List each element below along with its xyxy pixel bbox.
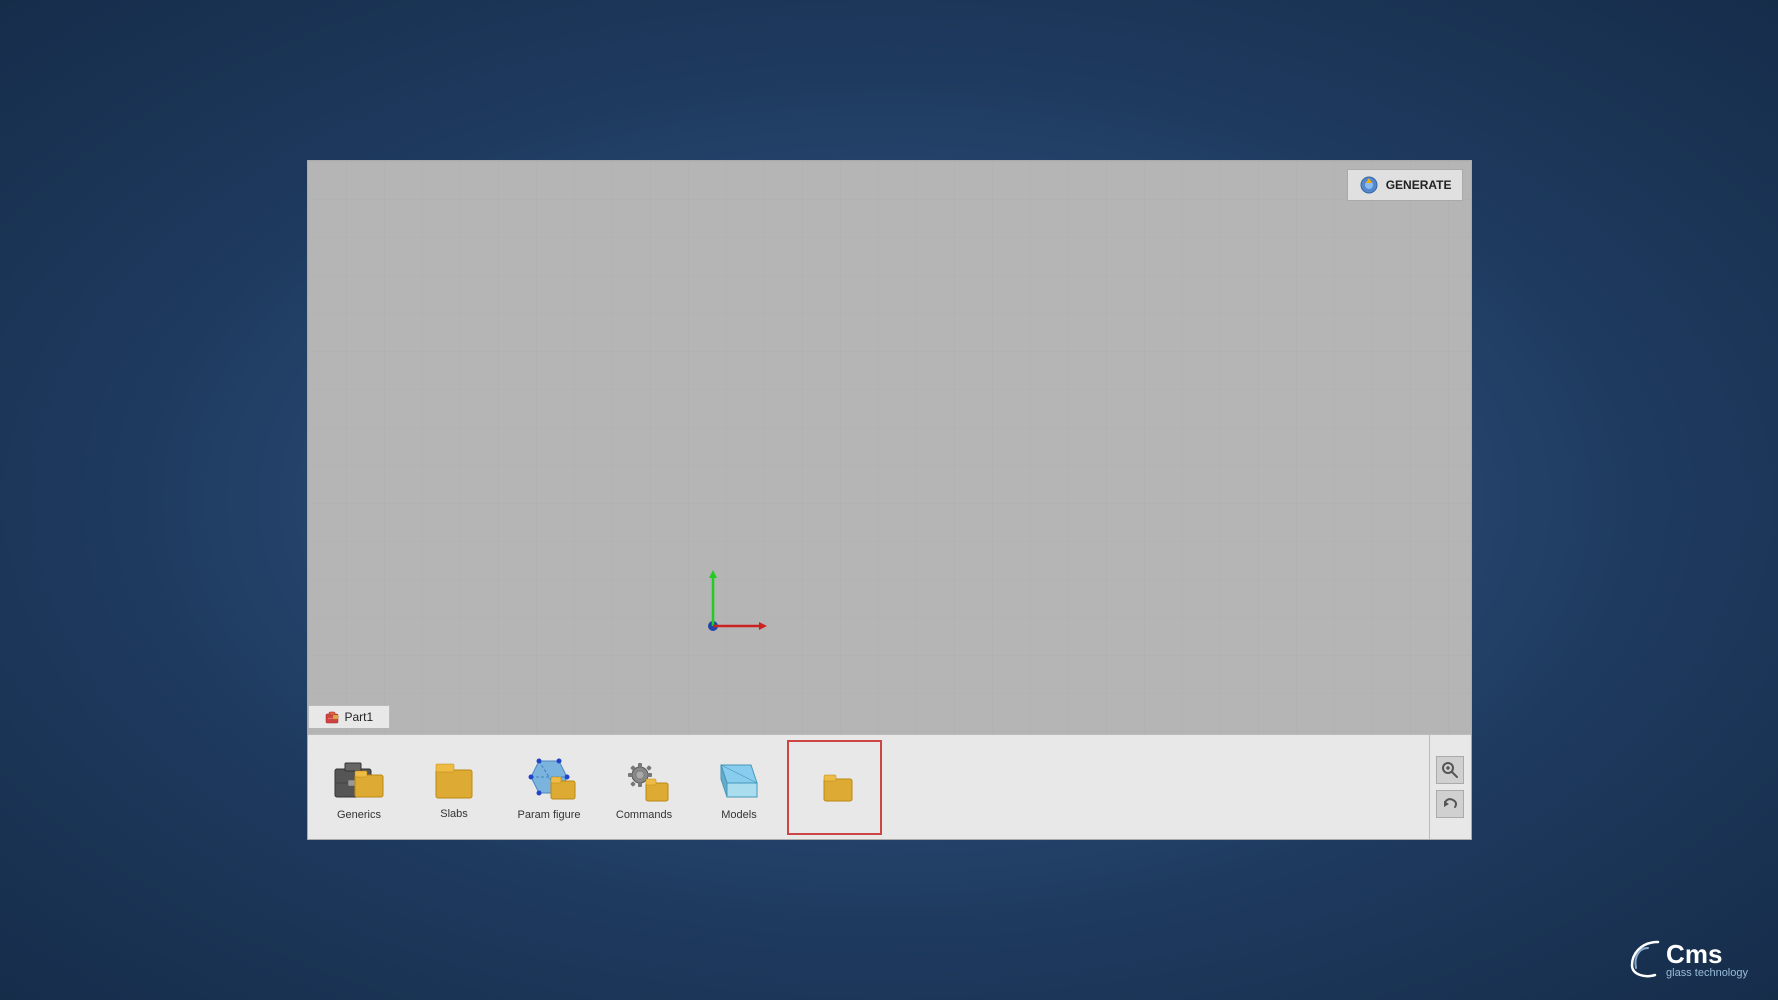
generate-icon	[1358, 174, 1380, 196]
toolbar-item-models[interactable]: Models	[692, 740, 787, 835]
paramfigure-label: Param figure	[518, 809, 581, 821]
axis-indicator	[693, 566, 773, 661]
app-window: GENERATE	[307, 160, 1472, 840]
commands-label: Commands	[616, 809, 672, 821]
tab-bar: Part1	[308, 705, 391, 728]
grid-background	[308, 161, 1471, 734]
toolbar-item-commands[interactable]: Commands	[597, 740, 692, 835]
cms-tagline: glass technology	[1666, 967, 1748, 979]
zoom-button[interactable]	[1436, 756, 1464, 784]
bottom-toolbar: Part1 Generics	[308, 734, 1471, 839]
cms-logo: Cms glass technology	[1630, 940, 1748, 980]
slabs-icon	[432, 754, 476, 804]
part-tab-icon	[325, 710, 339, 724]
generics-icon	[331, 753, 387, 805]
toolbar-item-paramfigure[interactable]: Param figure	[502, 740, 597, 835]
commands-icon	[618, 753, 670, 805]
part1-tab-label: Part1	[345, 710, 374, 724]
models-label: Models	[721, 809, 756, 821]
zoom-icon	[1441, 761, 1459, 779]
undo-icon	[1441, 795, 1459, 813]
generics-label: Generics	[337, 809, 381, 821]
toolbar-items-container: Generics Slabs	[308, 735, 1429, 839]
undo-button[interactable]	[1436, 790, 1464, 818]
unknown-icon	[806, 759, 862, 811]
cms-name: Cms	[1666, 941, 1748, 967]
toolbar-item-slabs[interactable]: Slabs	[407, 740, 502, 835]
paramfigure-icon	[519, 753, 579, 805]
toolbar-right-buttons	[1429, 735, 1471, 839]
slabs-label: Slabs	[440, 808, 468, 820]
generate-label: GENERATE	[1386, 178, 1452, 192]
axis-svg	[693, 566, 773, 656]
cms-swoosh-icon	[1630, 940, 1660, 980]
viewport[interactable]: GENERATE	[308, 161, 1471, 734]
generate-button[interactable]: GENERATE	[1347, 169, 1463, 201]
app-background: Cms glass technology	[0, 0, 1778, 1000]
models-icon	[711, 753, 767, 805]
toolbar-item-unknown[interactable]	[787, 740, 882, 835]
toolbar-item-generics[interactable]: Generics	[312, 740, 407, 835]
part1-tab[interactable]: Part1	[308, 705, 391, 728]
